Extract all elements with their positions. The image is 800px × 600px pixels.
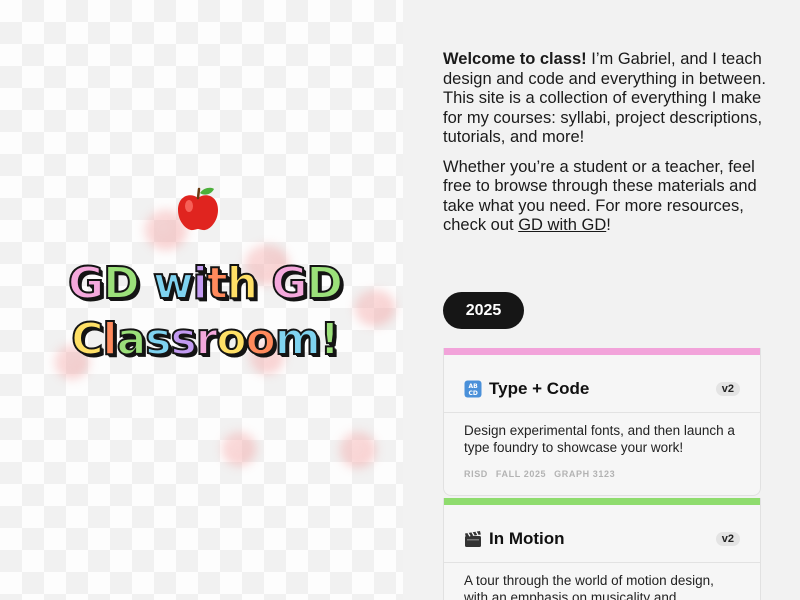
hero-title-letter: [257, 258, 271, 309]
hero-title-letter: D: [306, 257, 344, 310]
blurred-apple-decoration: [222, 432, 256, 466]
red-apple-icon: [178, 187, 218, 231]
course-card-in-motion[interactable]: In Motion v2 A tour through the world of…: [443, 498, 761, 600]
hero-title: GD with GD Classroom!: [20, 256, 390, 368]
version-badge: v2: [715, 532, 740, 546]
intro-paragraph-1: Welcome to class! I’m Gabriel, and I tea…: [443, 50, 773, 148]
card-title: Type + Code: [489, 379, 590, 398]
hero-title-line-2: Classroom!: [20, 312, 390, 368]
hero-panel: GD with GD Classroom!: [0, 0, 403, 600]
course-card-type-code[interactable]: AB CD Type + Code v2 Design experimental…: [443, 348, 761, 496]
card-accent-bar: [444, 498, 760, 505]
intro-paragraph-2-end: !: [606, 216, 611, 234]
hero-title-letter: C: [70, 313, 104, 366]
tag-course-code: GRAPH 3123: [554, 469, 616, 479]
hero-title-letter: s: [169, 313, 197, 366]
version-badge: v2: [715, 382, 740, 396]
hero-title-letter: G: [270, 257, 308, 310]
blurred-apple-decoration: [340, 432, 376, 468]
hero-title-letter: D: [102, 257, 140, 310]
hero-title-letter: o: [245, 313, 277, 366]
card-description: A tour through the world of motion desig…: [464, 573, 714, 600]
svg-text:CD: CD: [469, 390, 478, 397]
hero-title-letter: !: [319, 313, 341, 366]
svg-text:AB: AB: [469, 383, 479, 390]
gd-with-gd-link[interactable]: GD with GD: [518, 216, 606, 234]
main-content: Welcome to class! I’m Gabriel, and I tea…: [403, 0, 800, 600]
hero-title-letter: [139, 258, 153, 309]
hero-title-line-1: GD with GD: [20, 256, 390, 312]
card-tags: RISD FALL 2025 GRAPH 3123: [444, 456, 760, 495]
clapper-board-icon: [464, 530, 482, 548]
hero-title-letter: m: [274, 313, 322, 366]
card-header: In Motion v2: [444, 505, 760, 553]
welcome-heading: Welcome to class!: [443, 50, 587, 68]
year-badge[interactable]: 2025: [443, 292, 524, 329]
card-description: Design experimental fonts, and then laun…: [464, 423, 735, 455]
intro-text: Welcome to class! I’m Gabriel, and I tea…: [443, 50, 773, 246]
hero-title-letter: h: [226, 257, 259, 310]
hero-title-letter: w: [152, 257, 195, 310]
tag-school: RISD: [464, 469, 488, 479]
hero-title-letter: s: [144, 313, 172, 366]
hero-title-letter: G: [67, 257, 105, 310]
tag-term: FALL 2025: [495, 469, 547, 479]
hero-title-letter: r: [195, 313, 219, 366]
hero-title-letter: t: [206, 257, 229, 310]
intro-paragraph-2: Whether you’re a student or a teacher, f…: [443, 158, 773, 236]
hero-title-letter: l: [101, 313, 118, 366]
card-accent-bar: [444, 348, 760, 355]
abcd-input-icon: AB CD: [464, 380, 482, 398]
hero-title-letter: o: [215, 313, 247, 366]
card-title: In Motion: [489, 529, 565, 548]
card-header: AB CD Type + Code v2: [444, 355, 760, 403]
hero-title-letter: a: [116, 313, 148, 366]
hero-title-letter: i: [192, 257, 209, 310]
